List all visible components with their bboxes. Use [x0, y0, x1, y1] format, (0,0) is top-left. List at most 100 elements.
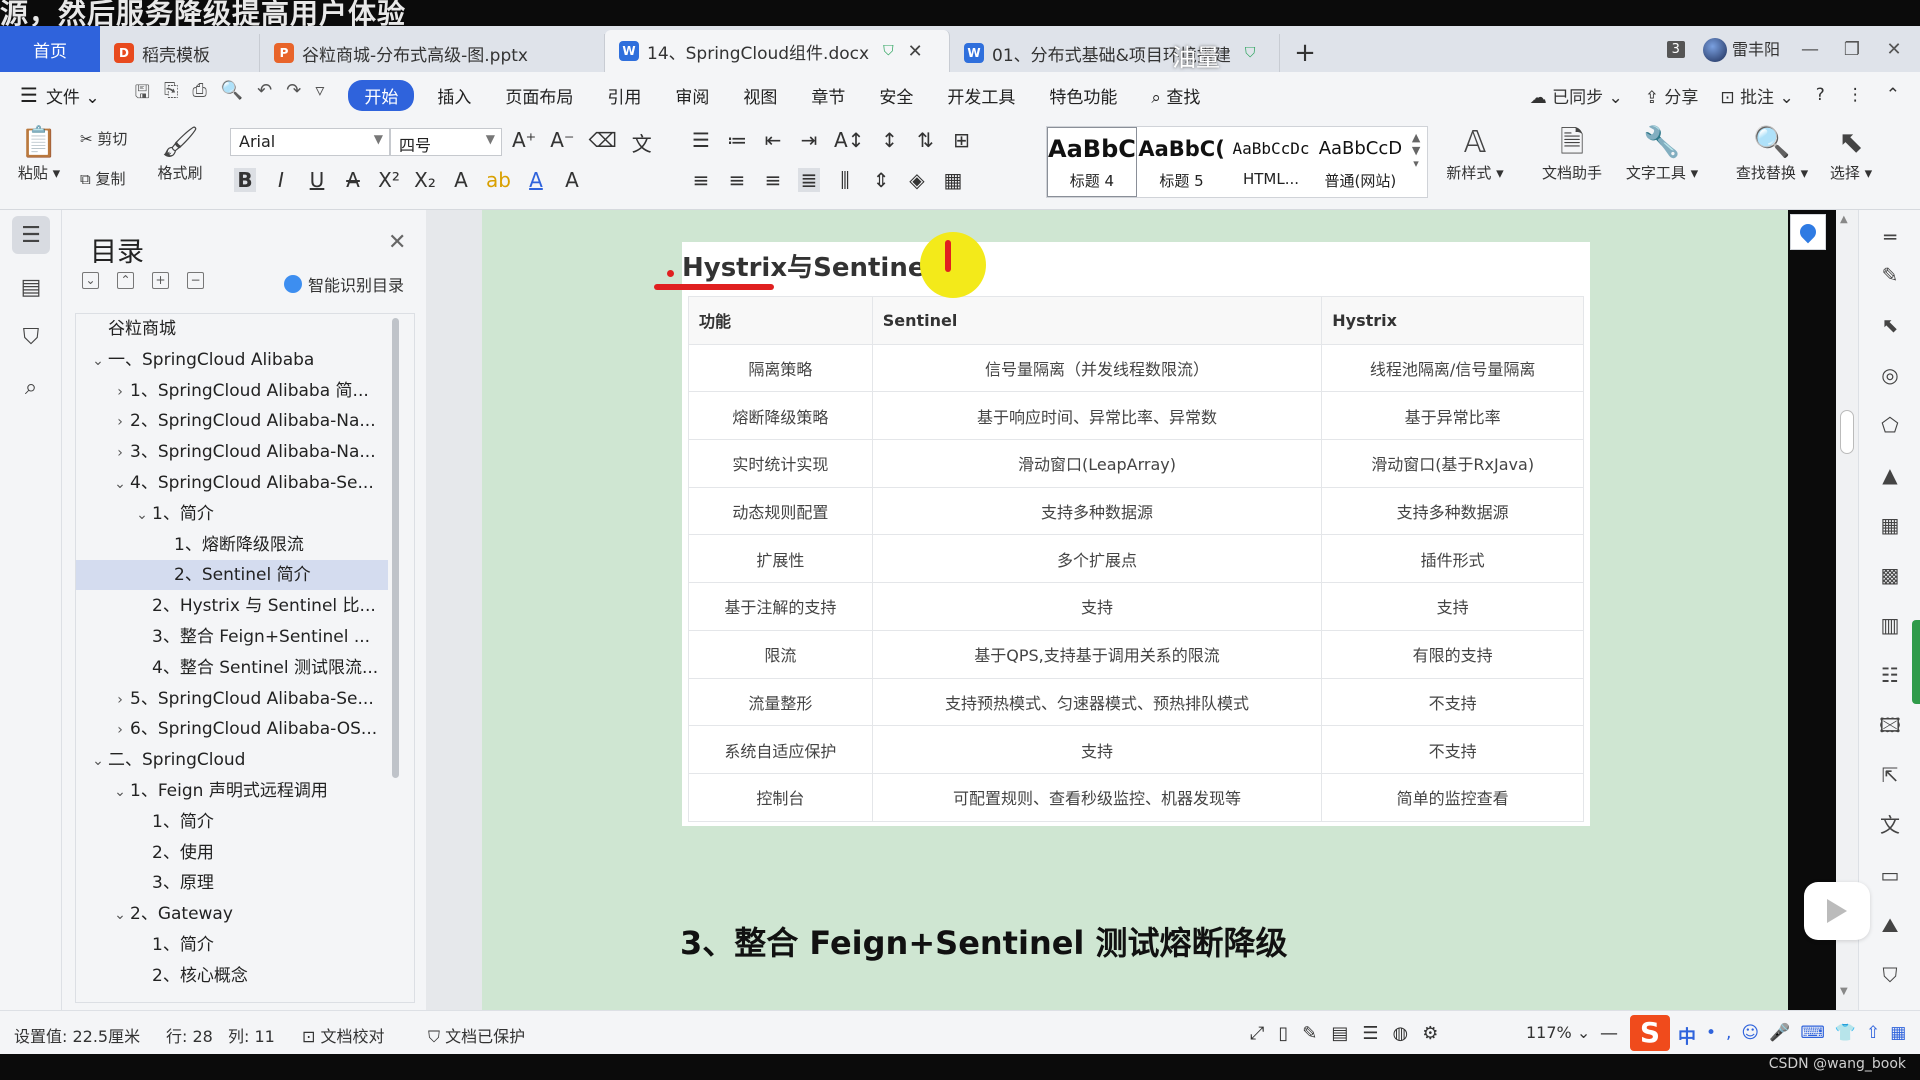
sync-button[interactable]: ☁ 已同步 ⌄ — [1530, 83, 1623, 108]
phonetic-icon[interactable]: 文 — [631, 128, 653, 157]
toc-item[interactable]: 3、整合 Feign+Sentinel ... — [76, 622, 388, 652]
smart-toc-button[interactable]: 智能识别目录 — [284, 272, 404, 296]
comment-button[interactable]: ⊡ 批注 ⌄ — [1720, 83, 1793, 108]
menu-chapter[interactable]: 章节 — [794, 83, 862, 108]
chevron-down-icon[interactable]: ⌄ — [88, 346, 108, 375]
toc-item[interactable]: › 5、SpringCloud Alibaba-Se... — [76, 684, 388, 714]
toc-item[interactable]: › 1、SpringCloud Alibaba 简... — [76, 376, 388, 406]
superscript-icon[interactable]: X² — [378, 168, 400, 192]
menu-features[interactable]: 特色功能 — [1032, 83, 1134, 108]
toc-item[interactable]: 2、使用 — [76, 838, 388, 868]
align-center-icon[interactable]: ≡ — [726, 168, 748, 192]
pen-icon[interactable]: ✎ — [1877, 262, 1903, 288]
toc-item[interactable]: ⌄ 二、SpringCloud — [76, 745, 388, 775]
location-pin-button[interactable] — [1790, 214, 1826, 250]
chevron-right-icon[interactable]: › — [110, 407, 130, 436]
toc-item[interactable]: 谷粒商城 — [76, 314, 388, 344]
remove-heading-icon[interactable]: − — [187, 272, 204, 289]
picture-icon[interactable]: ⛰ — [1877, 912, 1903, 938]
toc-item[interactable]: 2、核心概念 — [76, 961, 388, 991]
menu-review[interactable]: 审阅 — [658, 83, 726, 108]
select-button[interactable]: ⬉ 选择 ▾ — [1824, 124, 1878, 183]
archive-icon[interactable]: ▭ — [1877, 862, 1903, 888]
page-thumbnail-icon[interactable]: ▤ — [12, 268, 50, 306]
proofread-button[interactable]: ⊡ 文档校对 — [302, 1023, 385, 1047]
close-icon[interactable]: ✕ — [908, 41, 923, 62]
menu-file[interactable]: 文件 ⌄ — [38, 83, 117, 108]
numbered-list-icon[interactable]: ≔ — [726, 128, 748, 152]
new-style-button[interactable]: 𝔸 新样式 ▾ — [1440, 124, 1510, 183]
hamburger-icon[interactable]: ☰ — [20, 83, 38, 107]
view-mode-icons[interactable]: ⤢▯✎▤☰◍⚙ — [1250, 1023, 1452, 1044]
print-preview-icon[interactable]: 🔍 — [221, 80, 243, 110]
table-grid-icon[interactable]: ⊞ — [950, 128, 972, 152]
print-icon[interactable]: ⎙ — [192, 80, 206, 110]
chevron-down-icon[interactable]: ⌄ — [110, 900, 130, 929]
toc-item[interactable]: 2、Hystrix 与 Sentinel 比... — [76, 591, 388, 621]
menu-references[interactable]: 引用 — [590, 83, 658, 108]
spacing-icon[interactable]: ⇕ — [870, 168, 892, 192]
toc-item[interactable]: › 6、SpringCloud Alibaba-OS... — [76, 714, 388, 744]
tab-docer[interactable]: D 稻壳模板 — [100, 34, 260, 72]
font-name-select[interactable]: Arial ▼ — [230, 128, 390, 156]
collapse-all-icon[interactable]: ⌄ — [82, 272, 99, 289]
grow-font-icon[interactable]: A⁺ — [512, 128, 536, 157]
distribute-icon[interactable]: ⫼ — [834, 168, 856, 192]
sort-icon[interactable]: ↕ — [878, 128, 900, 152]
chevron-down-icon[interactable]: ⌄ — [110, 469, 130, 498]
border-icon[interactable]: ▦ — [942, 168, 964, 192]
copy-button[interactable]: ⧉ 复制 — [80, 168, 126, 189]
redo-icon[interactable]: ↷ — [286, 80, 301, 110]
justify-icon[interactable]: ≣ — [798, 168, 820, 192]
chevron-right-icon[interactable]: › — [110, 715, 130, 744]
close-window-icon[interactable]: ✕ — [1882, 39, 1906, 60]
format-painter-button[interactable]: 🖌 格式刷 — [150, 124, 210, 183]
pointer-icon[interactable]: ⬉ — [1877, 312, 1903, 338]
align-right-icon[interactable]: ≡ — [762, 168, 784, 192]
brand-icon[interactable]: ▲ — [1877, 462, 1903, 488]
share-button[interactable]: ⇪ 分享 — [1645, 83, 1699, 108]
chart-icon[interactable]: ▥ — [1877, 612, 1903, 638]
highlight-icon[interactable]: ab — [486, 168, 511, 192]
bookmark-icon[interactable]: ⛉ — [12, 318, 50, 356]
tab-ppt[interactable]: P 谷粒商城-分布式高级-图.pptx — [260, 34, 605, 72]
chevron-down-icon[interactable]: ⌄ — [132, 500, 152, 529]
toc-item[interactable]: 1、简介 — [76, 930, 388, 960]
toc-item[interactable]: › 2、SpringCloud Alibaba-Na... — [76, 406, 388, 436]
shield-icon[interactable]: ⛉ — [1877, 962, 1903, 988]
toc-item[interactable]: ⌄ 1、简介 — [76, 499, 388, 529]
bold-icon[interactable]: B — [234, 168, 256, 192]
chevron-right-icon[interactable]: › — [110, 685, 130, 714]
chevron-right-icon[interactable]: › — [110, 438, 130, 467]
toc-item[interactable]: ⌄ 2、Gateway — [76, 899, 388, 929]
find-icon[interactable]: ⌕ — [12, 368, 50, 406]
expand-all-icon[interactable]: ⌃ — [117, 272, 134, 289]
underline-icon[interactable]: U — [306, 168, 328, 192]
text-effect-icon[interactable]: A — [450, 168, 472, 192]
more-icon[interactable]: ⋮ — [1847, 85, 1864, 105]
toc-item[interactable]: › 3、SpringCloud Alibaba-Na... — [76, 437, 388, 467]
toc-item[interactable]: 3、原理 — [76, 868, 388, 898]
toc-item[interactable]: ⌄ 一、SpringCloud Alibaba — [76, 345, 388, 375]
save-icon[interactable]: 🖫 — [135, 80, 150, 110]
toc-item[interactable]: 1、简介 — [76, 807, 388, 837]
style-gallery-scroll[interactable]: ▲ ▼ ▾ — [1405, 127, 1427, 197]
shapes-icon[interactable]: ⬠ — [1877, 412, 1903, 438]
restore-icon[interactable]: ❐ — [1840, 39, 1864, 60]
tab-home[interactable]: 首页 — [0, 26, 100, 72]
zoom-level[interactable]: 117% ⌄ — [1526, 1023, 1590, 1042]
menu-home[interactable]: 开始 — [348, 79, 415, 111]
toc-icon[interactable]: ☰ — [12, 216, 50, 254]
chevron-down-icon[interactable]: ⌄ — [110, 777, 130, 806]
paste-button[interactable]: 📋 粘贴 ▾ — [14, 124, 64, 183]
toc-item[interactable]: 4、整合 Sentinel 测试限流... — [76, 653, 388, 683]
export-icon[interactable]: ⇱ — [1877, 762, 1903, 788]
add-heading-icon[interactable]: + — [152, 272, 169, 289]
scroll-down-icon[interactable]: ▼ — [1840, 986, 1848, 997]
side-tab[interactable] — [1912, 620, 1920, 704]
menu-security[interactable]: 安全 — [862, 83, 930, 108]
protected-status[interactable]: ⛉ 文档已保护 — [428, 1023, 525, 1047]
menu-view[interactable]: 视图 — [726, 83, 794, 108]
shrink-font-icon[interactable]: A⁻ — [550, 128, 574, 157]
zoom-out-icon[interactable]: — — [1600, 1023, 1618, 1044]
